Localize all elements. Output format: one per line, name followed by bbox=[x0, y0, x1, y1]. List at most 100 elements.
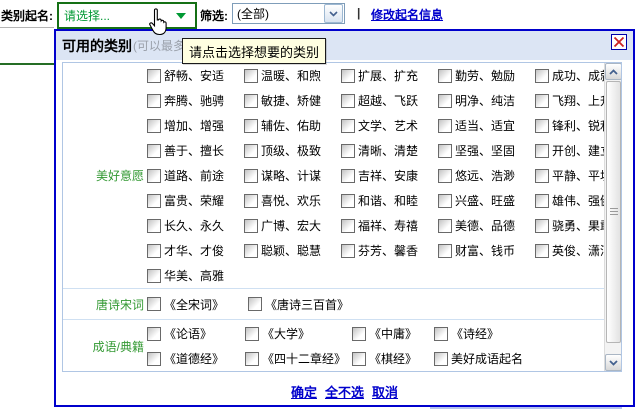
category-option[interactable]: 《中庸》 bbox=[352, 325, 434, 342]
checkbox[interactable] bbox=[244, 194, 258, 208]
category-option[interactable]: 财富、钱币 bbox=[438, 242, 535, 259]
category-option[interactable]: 超越、飞跃 bbox=[341, 92, 438, 109]
checkbox[interactable] bbox=[535, 244, 549, 258]
category-option[interactable]: 扩展、扩充 bbox=[341, 67, 438, 84]
category-option[interactable]: 富贵、荣耀 bbox=[147, 192, 244, 209]
checkbox[interactable] bbox=[244, 94, 258, 108]
category-option[interactable]: 才华、才俊 bbox=[147, 242, 244, 259]
category-option[interactable]: 《全宋词》 bbox=[147, 296, 248, 313]
edit-naming-info-link[interactable]: 修改起名信息 bbox=[371, 6, 443, 23]
checkbox[interactable] bbox=[244, 244, 258, 258]
category-option[interactable]: 明净、纯洁 bbox=[438, 92, 535, 109]
category-option[interactable]: 美好成语起名 bbox=[434, 350, 523, 367]
checkbox[interactable] bbox=[535, 119, 549, 133]
checkbox[interactable] bbox=[438, 219, 452, 233]
checkbox[interactable] bbox=[147, 327, 161, 341]
scrollbar-thumb[interactable] bbox=[606, 81, 621, 343]
checkbox[interactable] bbox=[147, 219, 161, 233]
checkbox[interactable] bbox=[245, 327, 259, 341]
category-option[interactable]: 《论语》 bbox=[147, 325, 245, 342]
category-option[interactable]: 吉祥、安康 bbox=[341, 167, 438, 184]
checkbox[interactable] bbox=[147, 194, 161, 208]
category-option[interactable]: 《大学》 bbox=[245, 325, 352, 342]
checkbox[interactable] bbox=[341, 219, 355, 233]
checkbox[interactable] bbox=[147, 169, 161, 183]
category-option[interactable]: 勤劳、勉励 bbox=[438, 67, 535, 84]
filter-select[interactable]: (全部) bbox=[232, 3, 345, 24]
checkbox[interactable] bbox=[341, 94, 355, 108]
checkbox[interactable] bbox=[248, 297, 262, 311]
checkbox[interactable] bbox=[535, 94, 549, 108]
category-option[interactable]: 舒畅、安适 bbox=[147, 67, 244, 84]
checkbox[interactable] bbox=[245, 352, 259, 366]
checkbox[interactable] bbox=[438, 244, 452, 258]
checkbox[interactable] bbox=[535, 69, 549, 83]
checkbox[interactable] bbox=[147, 94, 161, 108]
checkbox[interactable] bbox=[438, 194, 452, 208]
scroll-down-icon[interactable] bbox=[605, 354, 622, 371]
checkbox[interactable] bbox=[438, 169, 452, 183]
category-option[interactable]: 《道德经》 bbox=[147, 350, 245, 367]
checkbox[interactable] bbox=[147, 69, 161, 83]
category-option[interactable]: 长久、永久 bbox=[147, 217, 244, 234]
checkbox[interactable] bbox=[244, 219, 258, 233]
category-option[interactable]: 文学、艺术 bbox=[341, 117, 438, 134]
category-option[interactable]: 适当、适宜 bbox=[438, 117, 535, 134]
scroll-up-icon[interactable] bbox=[605, 63, 622, 80]
checkbox[interactable] bbox=[244, 144, 258, 158]
checkbox[interactable] bbox=[535, 219, 549, 233]
checkbox[interactable] bbox=[341, 169, 355, 183]
category-option[interactable]: 《诗经》 bbox=[434, 325, 499, 342]
checkbox[interactable] bbox=[147, 297, 161, 311]
category-option[interactable]: 敏捷、矫健 bbox=[244, 92, 341, 109]
category-option[interactable]: 芬芳、馨香 bbox=[341, 242, 438, 259]
checkbox[interactable] bbox=[244, 69, 258, 83]
cancel-link[interactable]: 取消 bbox=[372, 382, 398, 401]
checkbox[interactable] bbox=[352, 327, 366, 341]
checkbox[interactable] bbox=[341, 144, 355, 158]
checkbox[interactable] bbox=[535, 169, 549, 183]
checkbox[interactable] bbox=[434, 327, 448, 341]
checkbox[interactable] bbox=[147, 244, 161, 258]
category-dropdown[interactable]: 请选择... bbox=[57, 2, 197, 29]
checkbox[interactable] bbox=[535, 194, 549, 208]
checkbox[interactable] bbox=[244, 169, 258, 183]
category-option[interactable]: 福祥、寿禧 bbox=[341, 217, 438, 234]
checkbox[interactable] bbox=[535, 144, 549, 158]
close-icon[interactable] bbox=[611, 34, 627, 50]
category-option[interactable]: 奔腾、驰骋 bbox=[147, 92, 244, 109]
checkbox[interactable] bbox=[438, 94, 452, 108]
deselect-all-link[interactable]: 全不选 bbox=[325, 382, 364, 401]
category-option[interactable]: 温暖、和煦 bbox=[244, 67, 341, 84]
category-option[interactable]: 《唐诗三百首》 bbox=[248, 296, 349, 313]
checkbox[interactable] bbox=[438, 119, 452, 133]
checkbox[interactable] bbox=[147, 119, 161, 133]
category-option[interactable]: 辅佐、佑助 bbox=[244, 117, 341, 134]
category-option[interactable]: 顶级、极致 bbox=[244, 142, 341, 159]
checkbox[interactable] bbox=[341, 244, 355, 258]
checkbox[interactable] bbox=[341, 194, 355, 208]
checkbox[interactable] bbox=[438, 69, 452, 83]
category-option[interactable]: 清晰、清楚 bbox=[341, 142, 438, 159]
category-option[interactable]: 华美、高雅 bbox=[147, 267, 244, 284]
checkbox[interactable] bbox=[341, 119, 355, 133]
checkbox[interactable] bbox=[352, 352, 366, 366]
checkbox[interactable] bbox=[147, 269, 161, 283]
dropdown-arrow-icon[interactable] bbox=[176, 13, 186, 19]
category-option[interactable]: 增加、增强 bbox=[147, 117, 244, 134]
category-option[interactable]: 道路、前途 bbox=[147, 167, 244, 184]
checkbox[interactable] bbox=[147, 352, 161, 366]
category-option[interactable]: 喜悦、欢乐 bbox=[244, 192, 341, 209]
chevron-down-icon[interactable] bbox=[324, 4, 343, 23]
category-option[interactable]: 《棋经》 bbox=[352, 350, 434, 367]
category-option[interactable]: 悠远、浩渺 bbox=[438, 167, 535, 184]
category-option[interactable]: 《四十二章经》 bbox=[245, 350, 352, 367]
category-option[interactable]: 兴盛、旺盛 bbox=[438, 192, 535, 209]
vertical-scrollbar[interactable] bbox=[604, 63, 621, 371]
category-option[interactable]: 善于、擅长 bbox=[147, 142, 244, 159]
category-option[interactable]: 和谐、和睦 bbox=[341, 192, 438, 209]
checkbox[interactable] bbox=[147, 144, 161, 158]
checkbox[interactable] bbox=[434, 352, 448, 366]
category-option[interactable]: 美德、品德 bbox=[438, 217, 535, 234]
category-option[interactable]: 广博、宏大 bbox=[244, 217, 341, 234]
